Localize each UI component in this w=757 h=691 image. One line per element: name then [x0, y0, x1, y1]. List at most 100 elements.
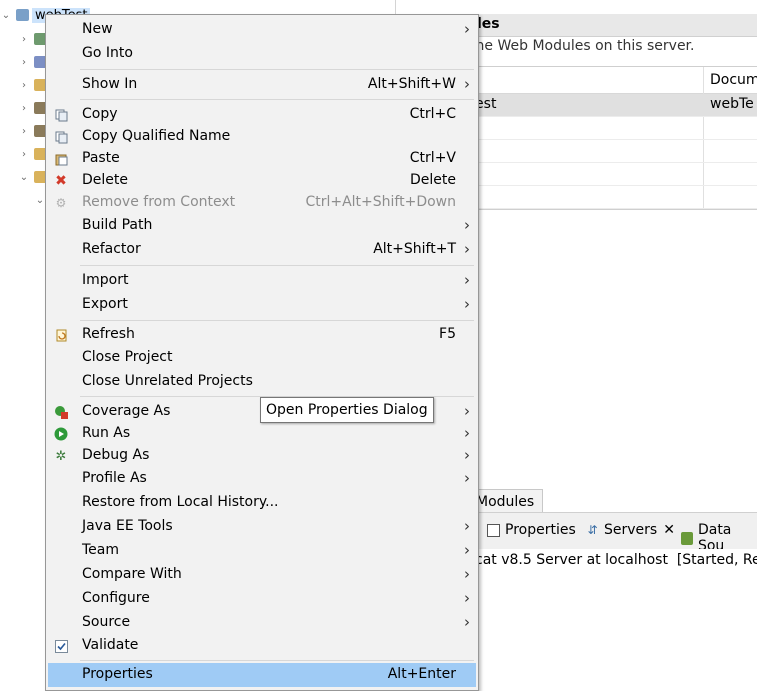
- menu-item-shortcut: F5: [439, 326, 456, 342]
- tree-item[interactable]: ›: [18, 28, 47, 50]
- chevron-down-icon[interactable]: ⌄: [18, 171, 30, 183]
- tab-label: Servers: [604, 522, 658, 538]
- tree-item[interactable]: ›: [18, 120, 47, 142]
- menu-item-shortcut: Ctrl+C: [409, 106, 456, 122]
- menu-item-validate[interactable]: Validate: [48, 635, 476, 657]
- paste-icon: [54, 152, 68, 166]
- menu-item-go-into[interactable]: Go Into: [48, 43, 476, 65]
- chevron-right-icon[interactable]: ›: [18, 79, 30, 91]
- table-row[interactable]: [458, 163, 757, 186]
- table-row[interactable]: [458, 186, 757, 209]
- submenu-arrow-icon: ›: [464, 271, 470, 289]
- table-row[interactable]: bTest webTe: [458, 94, 757, 117]
- tree-item[interactable]: ›: [18, 74, 47, 96]
- menu-item-new[interactable]: New ›: [48, 19, 476, 41]
- menu-item-label: Coverage As: [82, 403, 171, 419]
- checkbox-icon: [54, 639, 68, 653]
- menu-separator: [80, 660, 474, 661]
- project-icon: [16, 9, 29, 21]
- menu-item-label: Go Into: [82, 45, 133, 61]
- tree-item[interactable]: ›: [18, 51, 47, 73]
- menu-item-close-project[interactable]: Close Project: [48, 347, 476, 369]
- menu-item-show-in[interactable]: Show In Alt+Shift+W ›: [48, 74, 476, 96]
- menu-separator: [80, 320, 474, 321]
- submenu-arrow-icon: ›: [464, 469, 470, 487]
- menu-item-label: Show In: [82, 76, 138, 92]
- menu-item-shortcut: Delete: [410, 172, 456, 188]
- remove-context-icon: ⚙: [55, 196, 67, 210]
- copy-qualified-icon: [54, 130, 68, 144]
- menu-item-debug-as[interactable]: ✲ Debug As ›: [48, 445, 476, 467]
- menu-item-label: Paste: [82, 150, 120, 166]
- menu-item-profile-as[interactable]: Profile As ›: [48, 468, 476, 490]
- menu-item-label: Build Path: [82, 217, 153, 233]
- modules-tab-label: Modules: [476, 494, 535, 510]
- menu-item-label: Configure: [82, 590, 150, 606]
- chevron-right-icon[interactable]: ›: [18, 102, 30, 114]
- tree-item[interactable]: ⌄: [18, 166, 47, 188]
- chevron-right-icon[interactable]: ›: [18, 148, 30, 160]
- table-cell: webTe: [710, 96, 754, 112]
- submenu-arrow-icon: ›: [464, 541, 470, 559]
- servers-icon: ⇵: [587, 523, 598, 537]
- tab-servers[interactable]: ⇵ Servers ✕: [586, 522, 675, 538]
- menu-item-import[interactable]: Import ›: [48, 270, 476, 292]
- menu-separator: [80, 99, 474, 100]
- menu-item-source[interactable]: Source ›: [48, 612, 476, 634]
- modules-table[interactable]: Docum bTest webTe: [457, 66, 757, 210]
- menu-item-label: Close Project: [82, 349, 173, 365]
- menu-item-close-unrelated-projects[interactable]: Close Unrelated Projects: [48, 371, 476, 393]
- tab-properties[interactable]: Properties: [487, 522, 576, 538]
- submenu-arrow-icon: ›: [464, 424, 470, 442]
- run-icon: [54, 427, 68, 441]
- menu-item-run-as[interactable]: Run As ›: [48, 423, 476, 445]
- menu-item-label: Refresh: [82, 326, 135, 342]
- menu-item-label: Validate: [82, 637, 139, 653]
- modules-description: e the Web Modules on this server.: [457, 38, 695, 54]
- menu-item-label: Export: [82, 296, 128, 312]
- menu-item-configure[interactable]: Configure ›: [48, 588, 476, 610]
- column-header-document-base[interactable]: Docum: [710, 72, 757, 88]
- menu-item-export[interactable]: Export ›: [48, 294, 476, 316]
- menu-item-restore-from-local-history[interactable]: Restore from Local History...: [48, 492, 476, 514]
- close-icon[interactable]: ✕: [663, 522, 675, 538]
- menu-item-compare-with[interactable]: Compare With ›: [48, 564, 476, 586]
- submenu-arrow-icon: ›: [464, 216, 470, 234]
- menu-item-paste[interactable]: Paste Ctrl+V: [48, 148, 476, 170]
- tree-item[interactable]: ›: [18, 97, 47, 119]
- chevron-right-icon[interactable]: ›: [18, 33, 30, 45]
- menu-item-label: Close Unrelated Projects: [82, 373, 253, 389]
- menu-item-copy[interactable]: Copy Ctrl+C: [48, 104, 476, 126]
- context-menu: New › Go Into Show In Alt+Shift+W › Copy…: [45, 14, 479, 691]
- tree-item[interactable]: ›: [18, 143, 47, 165]
- menu-item-label: Debug As: [82, 447, 150, 463]
- menu-item-label: Profile As: [82, 470, 147, 486]
- chevron-right-icon[interactable]: ›: [18, 56, 30, 68]
- menu-item-refresh[interactable]: Refresh F5: [48, 324, 476, 346]
- menu-separator: [80, 69, 474, 70]
- menu-item-shortcut: Ctrl+V: [409, 150, 456, 166]
- menu-item-shortcut: Ctrl+Alt+Shift+Down: [305, 194, 456, 210]
- menu-item-team[interactable]: Team ›: [48, 540, 476, 562]
- menu-item-label: Source: [82, 614, 131, 630]
- menu-item-label: Refactor: [82, 241, 141, 257]
- menu-item-refactor[interactable]: Refactor Alt+Shift+T ›: [48, 239, 476, 261]
- server-entry-label: cat v8.5 Server at localhost [Started, R…: [475, 552, 757, 568]
- table-row[interactable]: [458, 140, 757, 163]
- table-row[interactable]: [458, 117, 757, 140]
- menu-item-shortcut: Alt+Shift+T: [373, 241, 456, 257]
- modules-tab[interactable]: Modules: [470, 489, 543, 514]
- menu-item-build-path[interactable]: Build Path ›: [48, 215, 476, 237]
- submenu-arrow-icon: ›: [464, 295, 470, 313]
- menu-item-copy-qualified-name[interactable]: Copy Qualified Name: [48, 126, 476, 148]
- chevron-down-icon[interactable]: ⌄: [0, 9, 12, 21]
- coverage-icon: [54, 405, 68, 419]
- submenu-arrow-icon: ›: [464, 240, 470, 258]
- menu-separator: [80, 265, 474, 266]
- chevron-right-icon[interactable]: ›: [18, 125, 30, 137]
- menu-item-label: Copy Qualified Name: [82, 128, 231, 144]
- menu-item-delete[interactable]: ✖ Delete Delete: [48, 170, 476, 192]
- menu-item-properties[interactable]: Properties Alt+Enter: [48, 663, 476, 687]
- menu-item-java-ee-tools[interactable]: Java EE Tools ›: [48, 516, 476, 538]
- submenu-arrow-icon: ›: [464, 589, 470, 607]
